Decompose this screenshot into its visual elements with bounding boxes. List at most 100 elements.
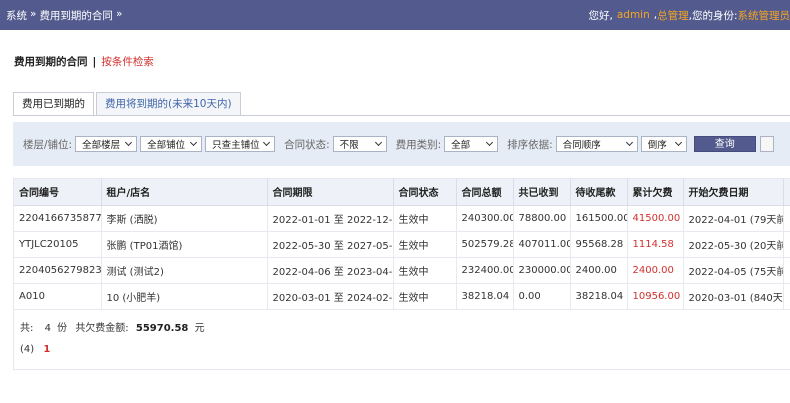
contracts-table: 合同编号 租户/店名 合同期限 合同状态 合同总额 共已收到 待收尾款 累计欠费… — [13, 178, 790, 370]
table-summary: 共: 4 份 共欠费金额: 55970.58 元 — [20, 319, 205, 334]
chevron-down-icon — [626, 140, 634, 148]
cell-tenant: 测试 (测试2) — [101, 257, 268, 284]
chevron-down-icon — [375, 140, 383, 148]
fee-type-label: 费用类别: — [395, 138, 442, 151]
cell-more — [783, 231, 790, 258]
shop-select[interactable]: 全部铺位 — [140, 136, 203, 152]
col-contract-no: 合同编号 — [14, 179, 102, 206]
shop-select-value: 全部铺位 — [147, 140, 186, 151]
query-button[interactable]: 查询 — [693, 136, 756, 152]
col-balance: 待收尾款 — [570, 179, 628, 206]
sort-by-label: 排序依据: — [507, 138, 553, 151]
breadcrumb: 系统 » 费用到期的合同 » — [6, 8, 122, 23]
cell-received: 0.00 — [513, 283, 571, 310]
summary-owed-label: 共欠费金额: — [75, 323, 129, 334]
breadcrumb-current: 费用到期的合同 — [39, 9, 113, 22]
contract-status-label: 合同状态: — [284, 138, 330, 151]
identity-value: 系统管理员 — [737, 9, 790, 22]
summary-owed-value: 55970.58 — [135, 323, 189, 334]
table-row[interactable]: A010 10 (小肥羊) 2020-03-01 至 2024-02-29 生效… — [14, 283, 790, 310]
top-bar: 系统 » 费用到期的合同 » 您好, admin , 总管理 ,您的身份: 系统… — [0, 0, 790, 30]
filter-bar: 楼层/铺位: 全部楼层 全部铺位 只查主铺位 合同状态: 不限 费用类别: 全部… — [13, 122, 790, 166]
sort-by-select[interactable]: 合同顺序 — [555, 136, 638, 152]
col-received: 共已收到 — [513, 179, 571, 206]
role-link[interactable]: 总管理 — [657, 8, 689, 23]
cell-tenant: 10 (小肥羊) — [101, 283, 268, 310]
table-row[interactable]: YTJLC20105 张鹏 (TP01酒馆) 2022-05-30 至 2027… — [14, 231, 790, 258]
main-shop-select-value: 只查主铺位 — [212, 140, 260, 151]
cell-total: 502579.28 — [456, 231, 514, 258]
contract-status-select[interactable]: 不限 — [332, 136, 387, 152]
tab-bar: 费用已到期的 费用将到期的(未来10天内) — [13, 92, 243, 116]
pagination-current-page[interactable]: 1 — [43, 344, 50, 355]
summary-count: 4 — [44, 323, 51, 334]
breadcrumb-root[interactable]: 系统 — [6, 8, 27, 23]
cell-status: 生效中 — [393, 231, 457, 258]
cell-arrears: 2400.00 — [627, 257, 684, 284]
cell-arrears-start: 2022-04-05 (75天前) — [683, 257, 784, 284]
cell-balance: 161500.00 — [570, 205, 628, 232]
col-more — [783, 179, 790, 206]
cell-more — [783, 205, 790, 232]
chevron-down-icon — [486, 140, 494, 148]
chevron-down-icon — [125, 140, 133, 148]
table-row[interactable]: 22041667358771 李斯 (洒脱) 2022-01-01 至 2022… — [14, 205, 790, 232]
floor-shop-label: 楼层/铺位: — [23, 138, 73, 151]
floor-select[interactable]: 全部楼层 — [75, 136, 138, 152]
cell-term: 2022-04-06 至 2023-04-06 — [267, 257, 394, 284]
cell-arrears: 10956.00 — [627, 283, 684, 310]
cell-status: 生效中 — [393, 257, 457, 284]
greeting-text: 您好, — [588, 9, 613, 22]
cell-balance: 2400.00 — [570, 257, 628, 284]
sort-order-select[interactable]: 倒序 — [640, 136, 687, 152]
cell-more — [783, 283, 790, 310]
sort-order-value: 倒序 — [647, 140, 667, 151]
chevron-down-icon — [263, 140, 271, 148]
col-total: 合同总额 — [456, 179, 514, 206]
cell-total: 240300.00 — [456, 205, 514, 232]
tab-expiring-soon[interactable]: 费用将到期的(未来10天内) — [96, 92, 241, 116]
cell-contract-no: 22041667358771 — [14, 205, 102, 232]
cell-balance: 95568.28 — [570, 231, 628, 258]
cell-arrears: 1114.58 — [627, 231, 684, 258]
floor-select-value: 全部楼层 — [82, 140, 121, 151]
breadcrumb-separator: » — [115, 7, 123, 20]
cell-status: 生效中 — [393, 205, 457, 232]
col-arrears: 累计欠费 — [627, 179, 684, 206]
summary-unit: 份 — [57, 323, 68, 334]
cell-status: 生效中 — [393, 283, 457, 310]
title-separator: | — [92, 56, 97, 68]
cell-term: 2020-03-01 至 2024-02-29 — [267, 283, 394, 310]
username-link[interactable]: admin — [617, 9, 650, 21]
pagination: (4) 1 — [20, 344, 50, 355]
sort-by-value: 合同顺序 — [562, 140, 601, 151]
contract-status-value: 不限 — [339, 140, 359, 151]
page-title-text: 费用到期的合同 — [14, 56, 88, 68]
cell-term: 2022-05-30 至 2027-05-29 — [267, 231, 394, 258]
cell-arrears-start: 2020-03-01 (840天前) — [683, 283, 784, 310]
cell-arrears: 41500.00 — [627, 205, 684, 232]
col-term: 合同期限 — [267, 179, 394, 206]
col-tenant: 租户/店名 — [101, 179, 268, 206]
extra-button[interactable] — [759, 136, 774, 152]
fee-type-select[interactable]: 全部 — [444, 136, 499, 152]
cell-tenant: 李斯 (洒脱) — [101, 205, 268, 232]
cell-received: 78800.00 — [513, 205, 571, 232]
page-title: 费用到期的合同 | 按条件检索 — [14, 54, 154, 69]
search-by-condition-link[interactable]: 按条件检索 — [101, 56, 154, 68]
cell-arrears-start: 2022-04-01 (79天前) — [683, 205, 784, 232]
cell-tenant: 张鹏 (TP01酒馆) — [101, 231, 268, 258]
cell-received: 230000.00 — [513, 257, 571, 284]
pagination-total: (4) — [20, 344, 35, 355]
summary-prefix: 共: — [20, 323, 34, 334]
cell-term: 2022-01-01 至 2022-12-31 — [267, 205, 394, 232]
cell-more — [783, 257, 790, 284]
main-shop-select[interactable]: 只查主铺位 — [205, 136, 276, 152]
tab-expired[interactable]: 费用已到期的 — [13, 92, 94, 116]
col-arrears-start: 开始欠费日期 — [683, 179, 784, 206]
chevron-down-icon — [675, 140, 683, 148]
identity-label: ,您的身份: — [688, 9, 738, 22]
table-row[interactable]: 22040562798233 测试 (测试2) 2022-04-06 至 202… — [14, 257, 790, 284]
cell-contract-no: YTJLC20105 — [14, 231, 102, 258]
cell-contract-no: A010 — [14, 283, 102, 310]
